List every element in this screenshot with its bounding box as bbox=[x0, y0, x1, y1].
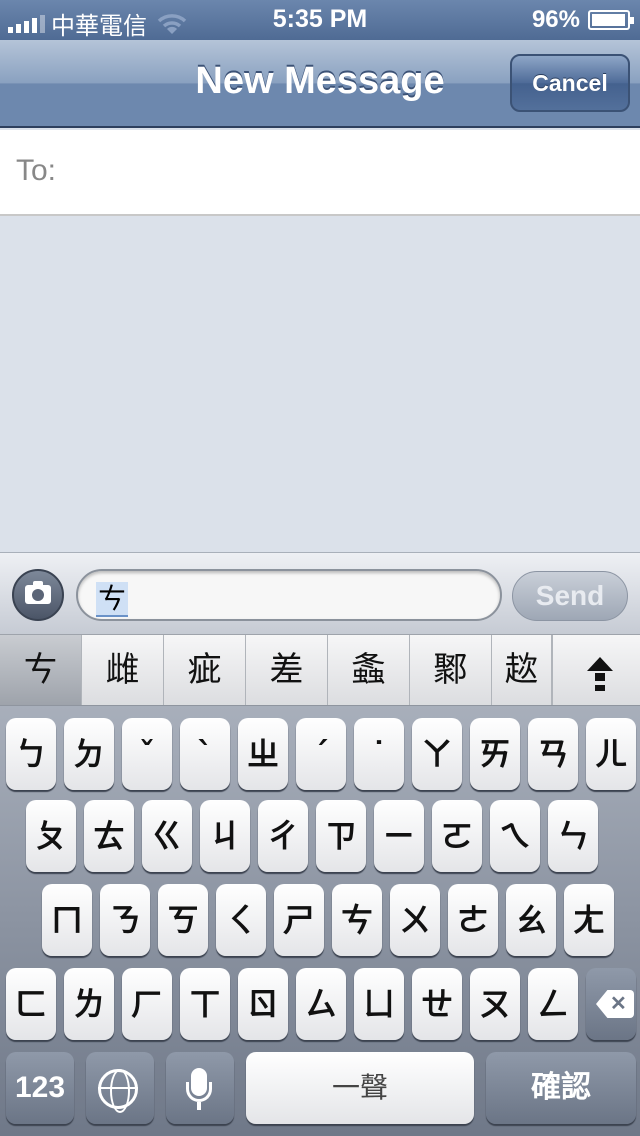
key[interactable]: ˋ bbox=[180, 718, 230, 790]
key[interactable]: ㄉ bbox=[64, 718, 114, 790]
key[interactable]: ㄑ bbox=[216, 884, 266, 956]
key[interactable]: ㄔ bbox=[258, 800, 308, 872]
candidate-item[interactable]: 雌 bbox=[82, 635, 164, 705]
battery-percent: 96% bbox=[531, 6, 580, 33]
key[interactable]: ㄋ bbox=[100, 884, 150, 956]
key[interactable]: ˊ bbox=[296, 718, 346, 790]
key[interactable]: ㄦ bbox=[586, 718, 636, 790]
arrow-up-icon bbox=[587, 657, 613, 671]
message-area bbox=[0, 216, 640, 552]
globe-key[interactable] bbox=[86, 1052, 154, 1124]
key[interactable]: ㄡ bbox=[470, 968, 520, 1040]
compose-bar: ㄘ Send bbox=[0, 552, 640, 634]
key[interactable]: ㄥ bbox=[528, 968, 578, 1040]
keyboard: ㄅㄉ ˇ ˋ ㄓ ˊ ˙ ㄚㄞㄢㄦㄆㄊㄍㄐㄔㄗㄧㄛㄟㄣㄇㄋㄎㄑㄕㄘㄨㄜㄠㄤㄈㄌㄏㄒㄖㄙㄩㄝㄡ… bbox=[0, 706, 640, 1136]
key[interactable]: ㄠ bbox=[506, 884, 556, 956]
key[interactable]: ㄜ bbox=[448, 884, 498, 956]
candidate-item[interactable]: ㄘ bbox=[0, 635, 82, 705]
key[interactable]: ㄙ bbox=[296, 968, 346, 1040]
expand-candidates-button[interactable] bbox=[552, 635, 640, 705]
candidate-item[interactable]: 鄹 bbox=[410, 635, 492, 705]
key[interactable]: ㄆ bbox=[26, 800, 76, 872]
recipient-field[interactable]: To: bbox=[0, 130, 640, 216]
key[interactable]: ㄩ bbox=[354, 968, 404, 1040]
status-right: 96% bbox=[531, 6, 634, 34]
key[interactable]: ㄅ bbox=[6, 718, 56, 790]
key[interactable]: ㄏ bbox=[122, 968, 172, 1040]
key[interactable]: ㄒ bbox=[180, 968, 230, 1040]
key[interactable]: ˙ bbox=[354, 718, 404, 790]
message-input[interactable]: ㄘ bbox=[76, 569, 502, 621]
microphone-icon-stand bbox=[186, 1082, 212, 1102]
key[interactable]: ㄝ bbox=[412, 968, 462, 1040]
arrow-up-icon-base bbox=[595, 685, 605, 691]
delete-icon bbox=[596, 990, 634, 1018]
key[interactable]: ㄓ bbox=[238, 718, 288, 790]
key[interactable]: ㄢ bbox=[528, 718, 578, 790]
key[interactable]: ㄚ bbox=[412, 718, 462, 790]
dictation-key[interactable] bbox=[166, 1052, 234, 1124]
composing-text: ㄘ bbox=[96, 582, 129, 617]
key[interactable]: ㄐ bbox=[200, 800, 250, 872]
key[interactable]: ㄗ bbox=[316, 800, 366, 872]
battery-icon bbox=[588, 10, 634, 30]
key[interactable]: ㄘ bbox=[332, 884, 382, 956]
key[interactable]: ㄌ bbox=[64, 968, 114, 1040]
to-label: To: bbox=[16, 154, 57, 187]
key[interactable]: ㄇ bbox=[42, 884, 92, 956]
camera-button[interactable] bbox=[12, 569, 64, 621]
key[interactable]: ㄛ bbox=[432, 800, 482, 872]
candidate-item[interactable]: 差 bbox=[246, 635, 328, 705]
globe-icon bbox=[98, 1069, 138, 1113]
key[interactable]: ㄤ bbox=[564, 884, 614, 956]
key[interactable]: ㄖ bbox=[238, 968, 288, 1040]
candidate-item[interactable]: 螽 bbox=[328, 635, 410, 705]
key[interactable]: ㄈ bbox=[6, 968, 56, 1040]
key[interactable]: ㄟ bbox=[490, 800, 540, 872]
delete-key[interactable] bbox=[586, 968, 636, 1040]
key[interactable]: ㄕ bbox=[274, 884, 324, 956]
key[interactable]: ㄨ bbox=[390, 884, 440, 956]
camera-icon bbox=[25, 581, 51, 604]
key[interactable]: ㄞ bbox=[470, 718, 520, 790]
key[interactable]: ㄎ bbox=[158, 884, 208, 956]
key[interactable]: ㄧ bbox=[374, 800, 424, 872]
candidate-item[interactable]: 趑 bbox=[492, 635, 552, 705]
cancel-button[interactable]: Cancel bbox=[510, 54, 630, 112]
candidate-bar: ㄘ 雌 疵 差 螽 鄹 趑 bbox=[0, 634, 640, 706]
confirm-key[interactable]: 確認 bbox=[486, 1052, 636, 1124]
send-button[interactable]: Send bbox=[512, 571, 628, 621]
space-key[interactable]: 一聲 bbox=[246, 1052, 474, 1124]
status-bar: 中華電信 5:35 PM 96% bbox=[0, 0, 640, 40]
key[interactable]: ˇ bbox=[122, 718, 172, 790]
numbers-key[interactable]: 123 bbox=[6, 1052, 74, 1124]
arrow-up-icon-stem bbox=[595, 673, 605, 681]
key[interactable]: ㄣ bbox=[548, 800, 598, 872]
navigation-bar: New Message Cancel bbox=[0, 40, 640, 128]
key[interactable]: ㄊ bbox=[84, 800, 134, 872]
candidate-item[interactable]: 疵 bbox=[164, 635, 246, 705]
key[interactable]: ㄍ bbox=[142, 800, 192, 872]
microphone-icon-base bbox=[197, 1102, 201, 1110]
